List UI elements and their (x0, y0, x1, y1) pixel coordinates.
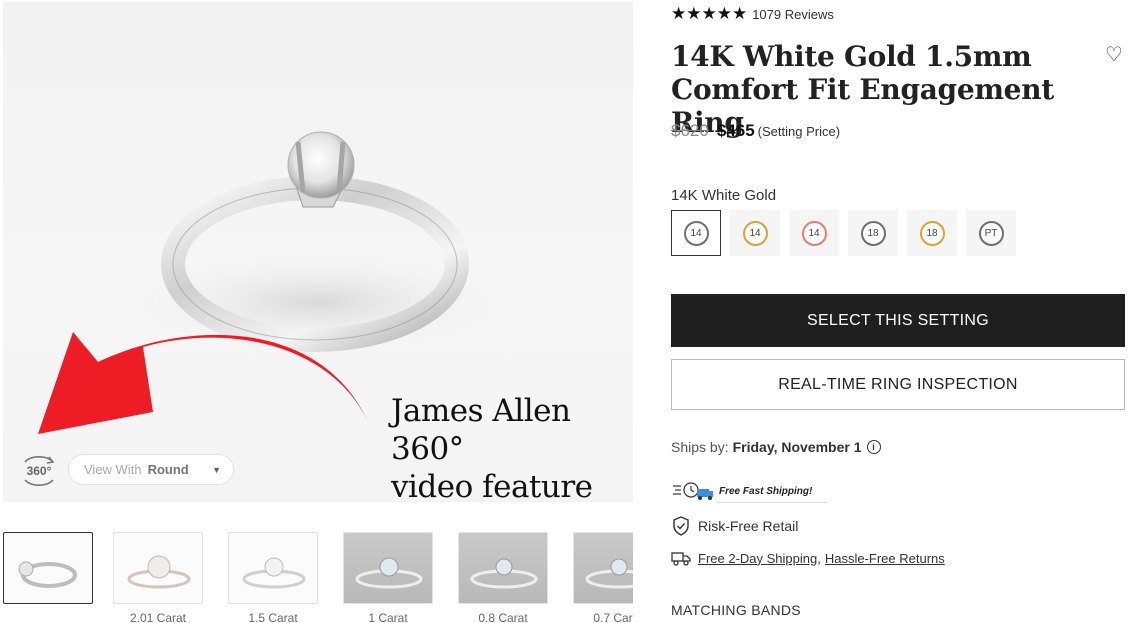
hassle-free-returns-link[interactable]: Hassle-Free Returns (825, 551, 945, 566)
risk-free-text: Risk-Free Retail (698, 518, 799, 534)
thumbnail-item[interactable]: 2.01 Carat (113, 532, 203, 623)
thumbnail-item[interactable]: 0.7 Carat (573, 532, 633, 623)
matching-bands-heading[interactable]: MATCHING BANDS (671, 602, 801, 618)
ships-by-label: Ships by: (671, 439, 729, 455)
select-setting-button[interactable]: SELECT THIS SETTING (671, 294, 1125, 347)
view-360-button[interactable]: 360° (19, 450, 59, 490)
annotation-line-1: James Allen 360° (391, 393, 571, 467)
badge-underline (717, 502, 827, 503)
star-rating-icon: ★★★★★ (671, 4, 748, 23)
metal-option-14k-white[interactable]: 14 (671, 210, 721, 256)
delivery-truck-icon (673, 482, 713, 500)
wishlist-heart-icon[interactable]: ♡ (1105, 42, 1123, 67)
risk-free-feature: Risk-Free Retail (671, 516, 798, 536)
two-day-shipping-link[interactable]: Free 2-Day Shipping, (698, 551, 821, 566)
metal-selector: 14 14 14 18 18 PT (671, 210, 1025, 256)
ships-by-date: Friday, November 1 (732, 439, 862, 455)
metal-option-platinum[interactable]: PT (966, 210, 1016, 256)
metal-option-label: PT (978, 220, 1004, 246)
thumbnail-ring-image (127, 555, 191, 589)
annotation-360-text: James Allen 360° video feature (391, 392, 631, 502)
product-details: ★★★★★ 1079 Reviews 14K White Gold 1.5mm … (671, 0, 1131, 623)
metal-option-label: 14 (742, 220, 768, 246)
reviews-count: 1079 Reviews (752, 6, 834, 22)
free-shipping-text: Free Fast Shipping! (719, 485, 813, 497)
free-shipping-badge: Free Fast Shipping! (671, 478, 831, 504)
metal-label: 14K White Gold (671, 187, 777, 204)
thumbnail-ring-image (355, 557, 423, 589)
thumbnail-caption: 1 Carat (368, 611, 408, 623)
truck-icon (671, 548, 691, 568)
rotate-360-icon: 360° (24, 456, 55, 486)
thumbnail-caption: 2.01 Carat (129, 611, 187, 623)
shield-check-icon (671, 516, 691, 536)
metal-option-label: 18 (860, 220, 886, 246)
shipping-returns-feature: Free 2-Day Shipping, Hassle-Free Returns (671, 548, 945, 568)
info-icon[interactable]: i (866, 440, 881, 454)
view-with-label: View With (84, 462, 142, 477)
metal-option-14k-yellow[interactable]: 14 (730, 210, 780, 256)
caret-down-icon: ▼ (212, 465, 221, 475)
thumbnail-item[interactable]: 1 Carat (343, 532, 433, 623)
thumbnail-caption: 0.8 Carat (478, 611, 528, 623)
thumbnail-ring-image (470, 558, 538, 589)
thumbnail-ring-image (242, 557, 306, 589)
price-block: $620 $465 (Setting Price) (671, 121, 840, 141)
sale-price: $465 (716, 121, 755, 140)
ring-inspection-button[interactable]: REAL-TIME RING INSPECTION (671, 359, 1125, 410)
thumbnail-item[interactable] (3, 532, 93, 611)
annotation-line-2: video feature (391, 469, 593, 502)
thumbnail-item[interactable]: 1.5 Carat (228, 532, 318, 623)
metal-option-18k-white[interactable]: 18 (848, 210, 898, 256)
original-price: $620 (671, 121, 709, 140)
thumbnail-ring-image (18, 561, 77, 588)
view-with-shape-value: Round (147, 462, 189, 477)
product-hero-image[interactable]: James Allen 360° video feature 360° View… (3, 2, 633, 502)
thumbnail-strip: 2.01 Carat 1.5 Carat 1 Carat 0.8 Carat 0… (3, 532, 633, 623)
metal-option-label: 18 (919, 220, 945, 246)
thumbnail-caption: 1.5 Carat (248, 611, 298, 623)
thumbnail-ring-image (585, 558, 633, 589)
price-note: (Setting Price) (757, 124, 841, 139)
view-with-shape-dropdown[interactable]: View With Round ▼ (68, 454, 234, 485)
metal-option-14k-rose[interactable]: 14 (789, 210, 839, 256)
rating-summary[interactable]: ★★★★★ 1079 Reviews (671, 4, 834, 24)
360-label: 360° (27, 464, 52, 478)
metal-option-label: 14 (683, 220, 709, 246)
ships-by-info: Ships by: Friday, November 1 i (671, 439, 881, 455)
thumbnail-caption: 0.7 Carat (593, 611, 633, 623)
metal-option-label: 14 (801, 220, 827, 246)
metal-option-18k-yellow[interactable]: 18 (907, 210, 957, 256)
thumbnail-item[interactable]: 0.8 Carat (458, 532, 548, 623)
